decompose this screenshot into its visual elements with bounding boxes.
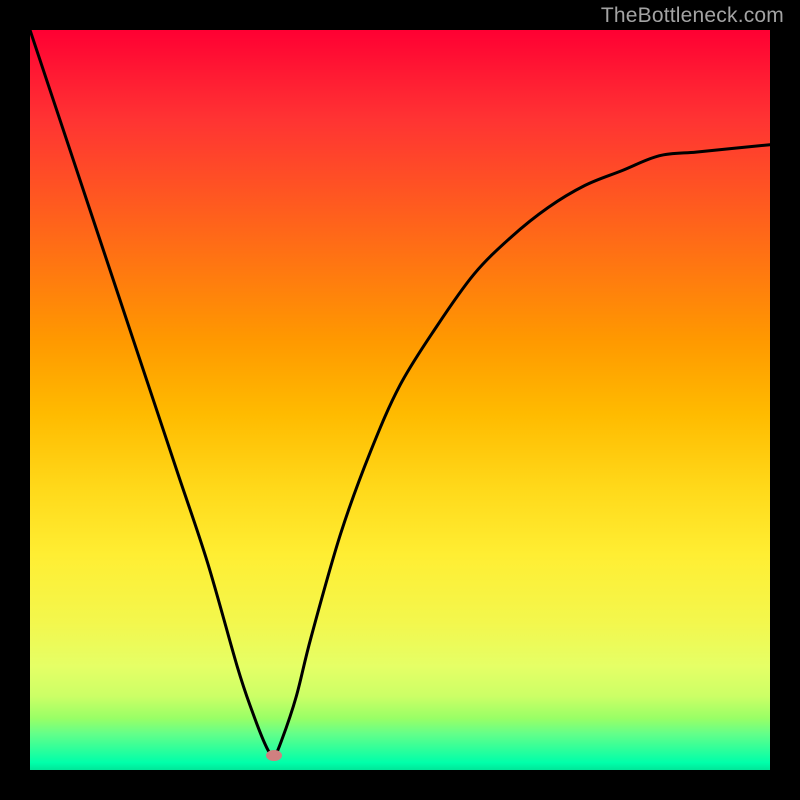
chart-frame: TheBottleneck.com xyxy=(0,0,800,800)
watermark-text: TheBottleneck.com xyxy=(601,4,784,28)
curve-path xyxy=(30,30,770,756)
bottleneck-curve xyxy=(30,30,770,770)
plot-area xyxy=(30,30,770,770)
